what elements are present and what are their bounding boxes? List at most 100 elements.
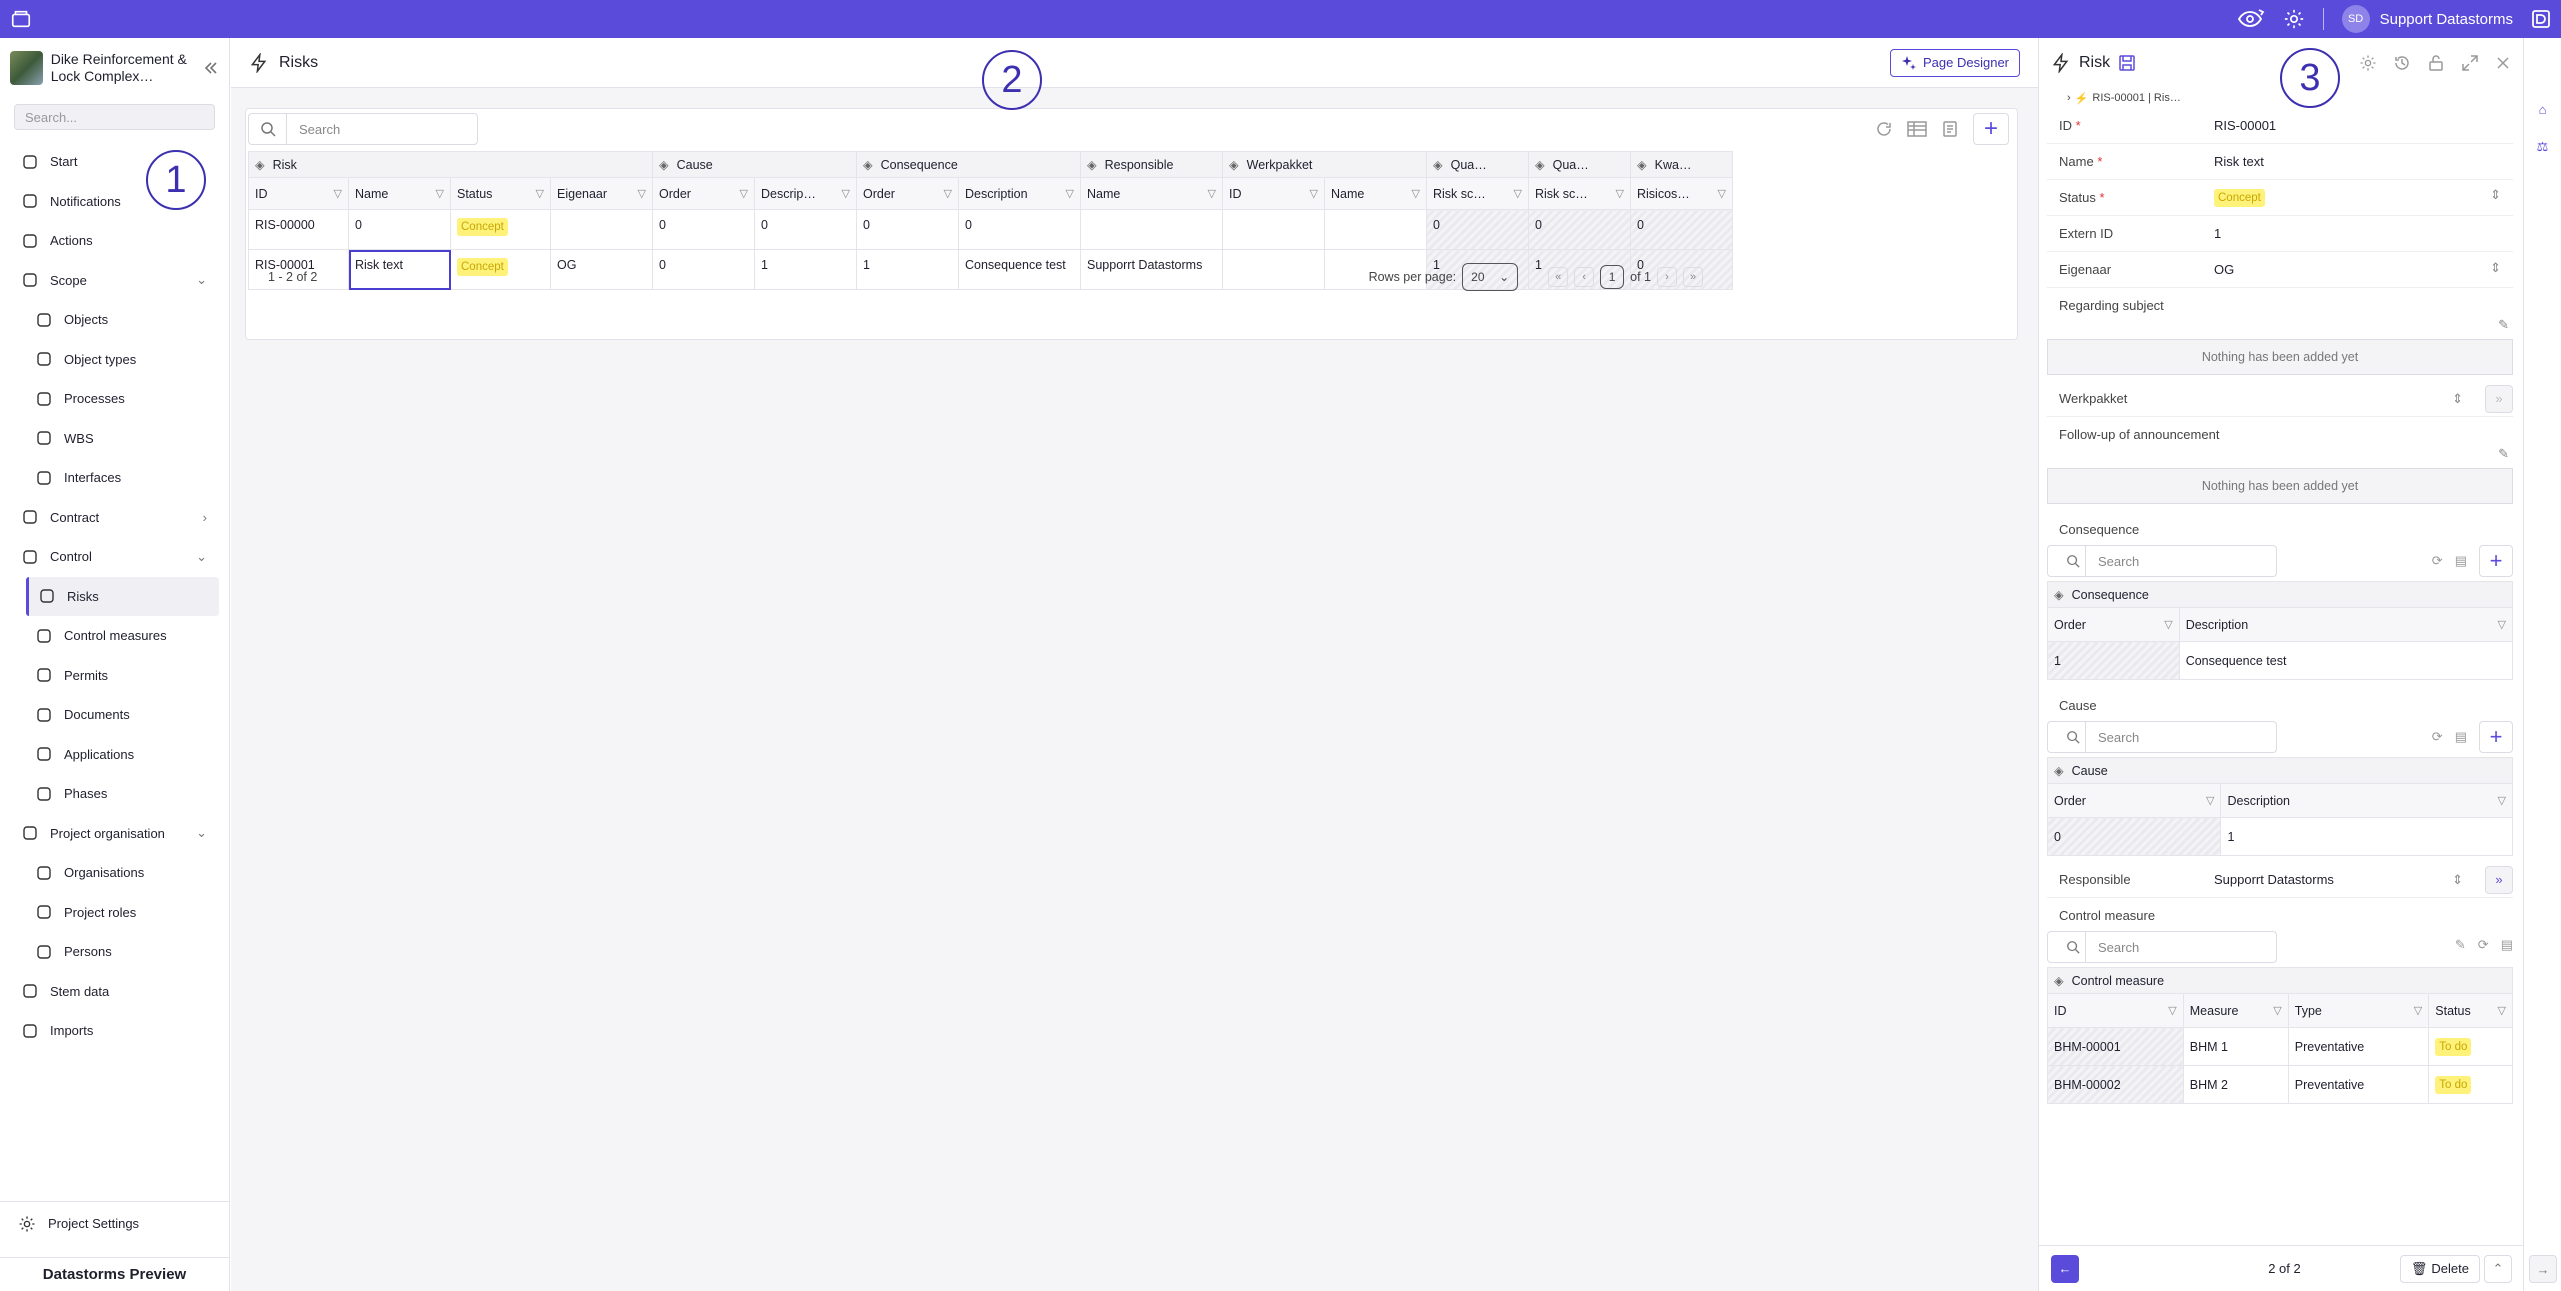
table-cell[interactable]: RIS-00000: [248, 209, 349, 250]
control-measure-search-input[interactable]: Search: [2047, 931, 2277, 963]
sidebar-item-risks[interactable]: Risks: [26, 576, 219, 616]
filter-icon[interactable]: ▽: [638, 187, 646, 200]
field-value[interactable]: Concept ⇕: [2214, 187, 2501, 207]
chevron-down-icon[interactable]: ⌄: [196, 272, 207, 288]
rows-per-page-select[interactable]: 20 ⌄: [1462, 263, 1519, 291]
project-header[interactable]: Dike Reinforcement & Lock Complex…: [0, 38, 229, 98]
consequence-search-input[interactable]: Search: [2047, 545, 2277, 577]
unlock-icon[interactable]: [2427, 54, 2445, 72]
column-header[interactable]: Order ▽: [2046, 783, 2222, 818]
project-settings-link[interactable]: Project Settings: [0, 1201, 229, 1245]
edit-pencil-icon[interactable]: ✎: [2039, 446, 2523, 464]
column-header[interactable]: ID ▽: [248, 177, 349, 210]
table-cell[interactable]: [550, 209, 653, 250]
chevron-down-icon[interactable]: ⌄: [196, 825, 207, 841]
field-value[interactable]: RIS-00001: [2214, 118, 2501, 133]
table-view-icon[interactable]: [1907, 121, 1927, 137]
field-value[interactable]: 1: [2214, 226, 2501, 241]
chevron-up-icon[interactable]: ⌃: [2484, 1254, 2512, 1283]
filter-icon[interactable]: ▽: [436, 187, 444, 200]
filter-icon[interactable]: ▽: [2206, 794, 2214, 807]
arrow-right-icon[interactable]: →: [2529, 1255, 2557, 1283]
table-cell[interactable]: 0: [958, 209, 1081, 250]
sidebar-item-scope[interactable]: Scope ⌄: [0, 261, 229, 301]
column-header[interactable]: Name ▽: [348, 177, 451, 210]
add-consequence-button[interactable]: +: [2479, 545, 2513, 577]
field-extern-id[interactable]: Extern ID 1: [2047, 216, 2513, 252]
sidebar-item-wbs[interactable]: WBS: [0, 419, 229, 459]
gear-icon[interactable]: [2283, 8, 2305, 30]
column-header[interactable]: Order ▽: [652, 177, 755, 210]
prev-page-icon[interactable]: ‹: [1574, 267, 1595, 287]
column-header[interactable]: Name ▽: [1324, 177, 1427, 210]
filter-icon[interactable]: ▽: [944, 187, 952, 200]
sidebar-item-processes[interactable]: Processes: [0, 379, 229, 419]
double-chevron-right-icon[interactable]: »: [2485, 384, 2513, 413]
sidebar-item-documents[interactable]: Documents: [0, 695, 229, 735]
filter-icon[interactable]: ▽: [1310, 187, 1318, 200]
scale-icon[interactable]: ⚖: [2524, 128, 2561, 166]
filter-icon[interactable]: ▽: [2498, 618, 2506, 631]
table-cell[interactable]: 0: [856, 209, 959, 250]
filter-icon[interactable]: ▽: [1412, 187, 1420, 200]
table-cell[interactable]: To do: [2428, 1027, 2513, 1066]
sidebar-item-interfaces[interactable]: Interfaces: [0, 458, 229, 498]
column-header[interactable]: Risk sc… ▽: [1426, 177, 1529, 210]
delete-button[interactable]: 🗑 Delete: [2399, 1254, 2480, 1283]
table-cell[interactable]: 0: [754, 209, 857, 250]
column-header[interactable]: Descrip… ▽: [754, 177, 857, 210]
table-cell[interactable]: 0: [2046, 817, 2222, 856]
close-icon[interactable]: [2495, 54, 2511, 72]
column-header[interactable]: Status ▽: [2428, 993, 2513, 1028]
sidebar-item-applications[interactable]: Applications: [0, 735, 229, 775]
table-cell[interactable]: 0: [1426, 209, 1529, 250]
first-page-icon[interactable]: «: [1548, 267, 1569, 287]
filter-icon[interactable]: ▽: [2498, 794, 2506, 807]
home-icon[interactable]: ⌂: [2524, 90, 2561, 128]
sidebar-item-objects[interactable]: Objects: [0, 300, 229, 340]
table-cell[interactable]: Preventative: [2287, 1027, 2430, 1066]
table-row[interactable]: BHM-00001 BHM 1 Preventative To do: [2047, 1027, 2513, 1066]
table-cell[interactable]: Concept: [450, 209, 551, 250]
sidebar-item-actions[interactable]: Actions: [0, 221, 229, 261]
filter-icon[interactable]: ▽: [2168, 1004, 2176, 1017]
avatar[interactable]: SD: [2341, 5, 2370, 33]
filter-icon[interactable]: ▽: [1514, 187, 1522, 200]
add-cause-button[interactable]: +: [2479, 721, 2513, 753]
table-row[interactable]: BHM-00002 BHM 2 Preventative To do: [2047, 1065, 2513, 1104]
table-cell[interactable]: 1: [2047, 641, 2180, 680]
arrow-left-icon[interactable]: ←: [2051, 1254, 2079, 1283]
filter-icon[interactable]: ▽: [2164, 618, 2172, 631]
save-icon[interactable]: [2118, 54, 2136, 72]
column-header[interactable]: Measure ▽: [2182, 993, 2289, 1028]
table-cell[interactable]: BHM 2: [2182, 1065, 2289, 1104]
expand-icon[interactable]: [2461, 54, 2479, 72]
project-name[interactable]: Dike Reinforcement & Lock Complex…: [51, 51, 195, 85]
filter-icon[interactable]: ▽: [2273, 1004, 2281, 1017]
filter-icon[interactable]: ▽: [1616, 187, 1624, 200]
refresh-icon[interactable]: ⟳: [2432, 553, 2443, 569]
add-risk-button[interactable]: +: [1973, 113, 2009, 145]
column-header[interactable]: Description ▽: [2178, 607, 2514, 642]
double-chevron-right-icon[interactable]: »: [2485, 865, 2513, 894]
sidebar-item-phases[interactable]: Phases: [0, 774, 229, 814]
current-page[interactable]: 1: [1600, 265, 1625, 289]
table-cell[interactable]: BHM 1: [2182, 1027, 2289, 1066]
sidebar-item-permits[interactable]: Permits: [0, 656, 229, 696]
sidebar-item-control[interactable]: Control ⌄: [0, 537, 229, 577]
column-header[interactable]: Order ▽: [2047, 607, 2180, 642]
sidebar-item-organisations[interactable]: Organisations: [0, 853, 229, 893]
table-view-icon[interactable]: ▤: [2501, 937, 2513, 953]
sidebar-item-project-organisation[interactable]: Project organisation ⌄: [0, 814, 229, 854]
table-cell[interactable]: BHM-00002: [2047, 1065, 2184, 1104]
sidebar-item-stem-data[interactable]: Stem data: [0, 972, 229, 1012]
eye-sync-icon[interactable]: [2237, 8, 2265, 30]
table-cell[interactable]: 0: [652, 209, 755, 250]
filter-icon[interactable]: ▽: [842, 187, 850, 200]
history-icon[interactable]: [2393, 54, 2411, 72]
field-eigenaar[interactable]: Eigenaar OG ⇕: [2047, 252, 2513, 288]
filter-icon[interactable]: ▽: [536, 187, 544, 200]
refresh-icon[interactable]: ⟳: [2478, 937, 2489, 953]
grid-search-input[interactable]: Search: [248, 113, 478, 145]
column-header[interactable]: Type ▽: [2287, 993, 2430, 1028]
